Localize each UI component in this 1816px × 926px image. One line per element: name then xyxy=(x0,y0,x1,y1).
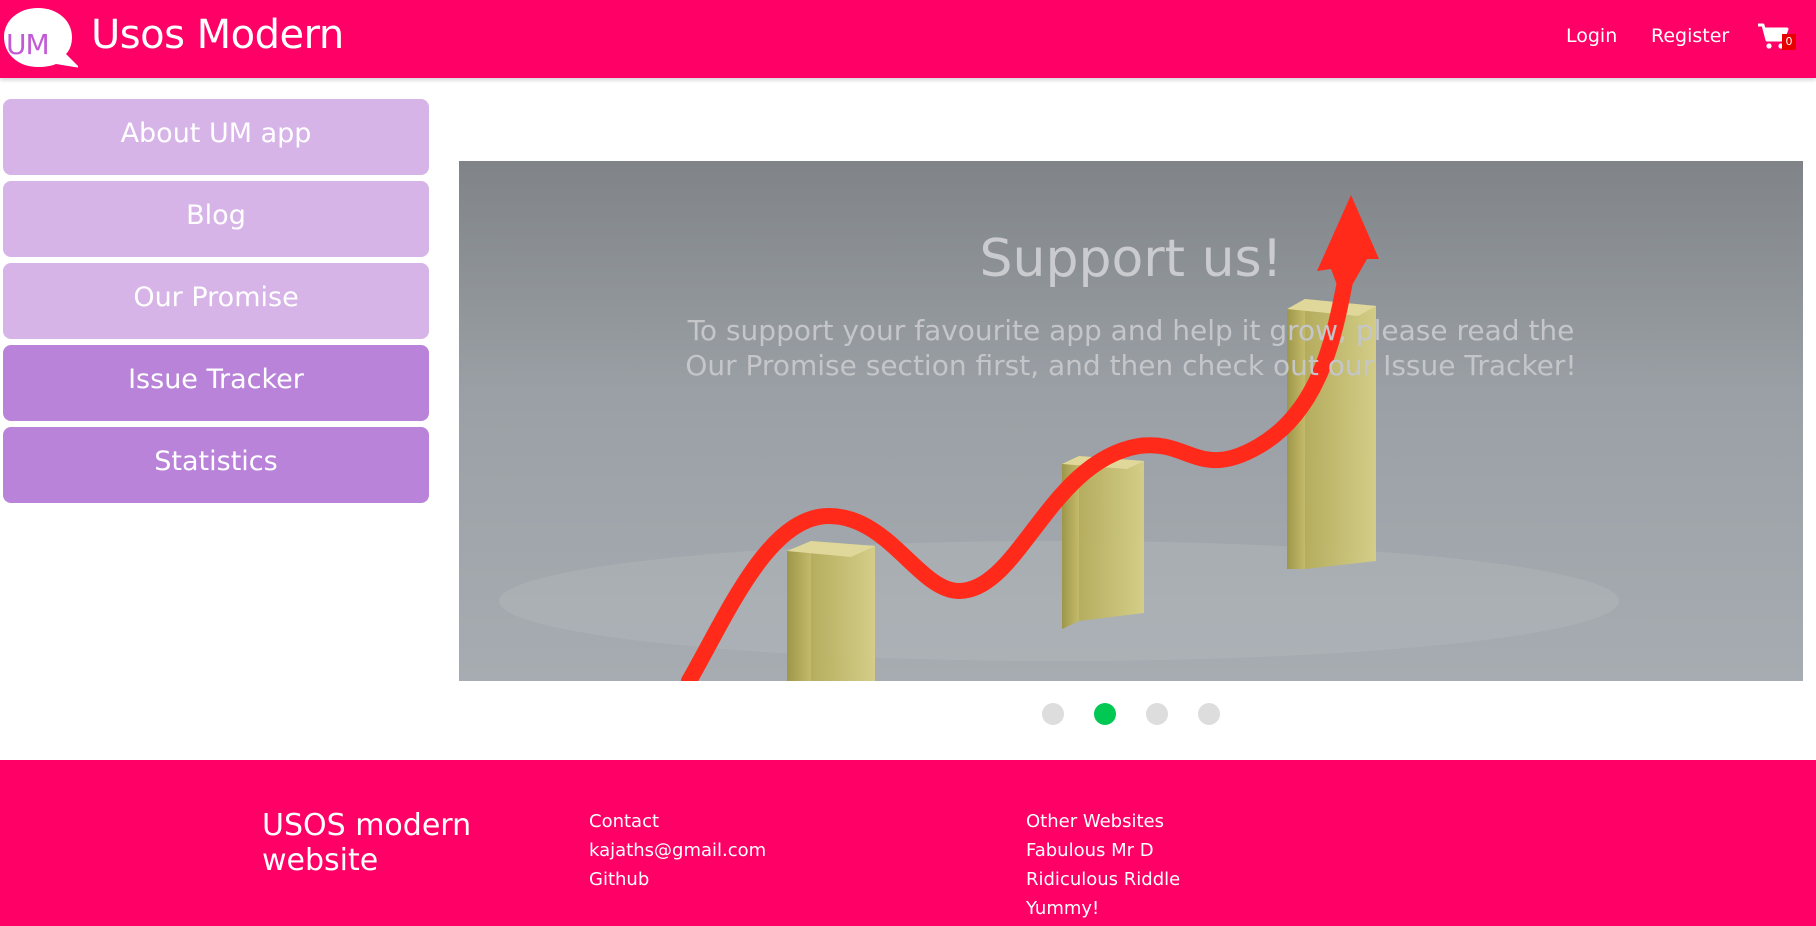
carousel-dot-2[interactable] xyxy=(1094,703,1116,725)
site-title[interactable]: Usos Modern xyxy=(91,12,344,58)
footer-brand: USOS modern website xyxy=(262,808,472,878)
cart-button[interactable]: 0 xyxy=(1757,22,1797,54)
footer-other-websites-column: Other Websites Fabulous Mr D Ridiculous … xyxy=(1026,807,1180,923)
register-link[interactable]: Register xyxy=(1651,25,1729,47)
carousel-indicators xyxy=(1042,703,1222,727)
sidebar-item-our-promise[interactable]: Our Promise xyxy=(3,263,429,339)
slide-title: Support us! xyxy=(979,229,1283,289)
sidebar-item-about[interactable]: About UM app xyxy=(3,99,429,175)
carousel-slide[interactable]: Support us! To support your favourite ap… xyxy=(459,161,1803,681)
footer-email-link[interactable]: kajaths@gmail.com xyxy=(589,836,766,865)
footer-link-ridiculous-riddle[interactable]: Ridiculous Riddle xyxy=(1026,865,1180,894)
carousel-dot-1[interactable] xyxy=(1042,703,1064,725)
footer-link-yummy[interactable]: Yummy! xyxy=(1026,894,1180,923)
logo[interactable]: UM xyxy=(0,6,80,72)
footer-contact-heading: Contact xyxy=(589,811,660,832)
sidebar-item-statistics[interactable]: Statistics xyxy=(3,427,429,503)
sidebar-item-issue-tracker[interactable]: Issue Tracker xyxy=(3,345,429,421)
sidebar-item-blog[interactable]: Blog xyxy=(3,181,429,257)
slide-text: To support your favourite app and help i… xyxy=(685,314,1577,382)
footer-other-heading: Other Websites xyxy=(1026,811,1164,832)
footer: USOS modern website Contact kajaths@gmai… xyxy=(0,760,1816,926)
sidebar: About UM app Blog Our Promise Issue Trac… xyxy=(3,99,429,509)
footer-contact-column: Contact kajaths@gmail.com Github xyxy=(589,807,766,894)
login-link[interactable]: Login xyxy=(1566,25,1617,47)
carousel-dot-3[interactable] xyxy=(1146,703,1168,725)
top-navbar: UM Usos Modern Login Register 0 xyxy=(0,0,1816,78)
footer-github-link[interactable]: Github xyxy=(589,865,766,894)
carousel-dot-4[interactable] xyxy=(1198,703,1220,725)
logo-text: UM xyxy=(6,28,50,61)
footer-link-fabulous-mr-d[interactable]: Fabulous Mr D xyxy=(1026,836,1180,865)
cart-count-badge: 0 xyxy=(1782,34,1796,50)
